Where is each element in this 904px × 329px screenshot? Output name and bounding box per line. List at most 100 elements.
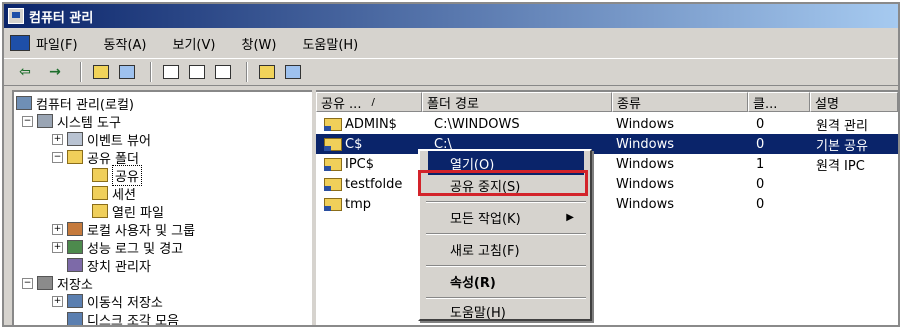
menu-item-open[interactable]: 열기(O)	[428, 151, 584, 175]
share-description: 기본 공유	[816, 138, 868, 154]
storage-icon	[37, 276, 53, 290]
share-name: tmp	[345, 196, 372, 212]
menu-item-properties[interactable]: 속성(R)	[428, 269, 584, 293]
share-name: C$	[345, 136, 363, 152]
tree-node-system-tools[interactable]: − 시스템 도구	[22, 112, 121, 131]
tree-node-shares[interactable]: 공유	[92, 164, 142, 186]
table-row[interactable]: testfolde Windows 0	[316, 174, 898, 194]
event-viewer-icon	[67, 132, 83, 146]
client-count: 0	[756, 136, 765, 152]
share-name: IPC$	[345, 156, 375, 172]
tree-node-event-viewer[interactable]: + 이벤트 뷰어	[52, 130, 151, 149]
tree-node-open-files[interactable]: 열린 파일	[92, 202, 164, 221]
folder-path: C:\WINDOWS	[434, 116, 520, 132]
tree-label: 세션	[112, 187, 136, 203]
expand-icon[interactable]: +	[52, 241, 63, 253]
tree-label: 이벤트 뷰어	[87, 133, 151, 149]
toolbar: ⇦ →	[4, 58, 898, 86]
share-description	[816, 174, 898, 194]
share-description: 원격 관리	[816, 118, 868, 134]
defrag-icon	[67, 312, 83, 325]
client-count: 0	[756, 176, 765, 192]
computer-icon	[16, 96, 32, 110]
removable-storage-icon	[67, 294, 83, 308]
shares-list: 공유 ... / 폴더 경로 종류 클... 설명 ADMIN$ C:\WINDO…	[316, 90, 898, 325]
toolbar-separator	[80, 62, 82, 82]
share-type: Windows	[616, 156, 675, 172]
shared-folder-icon	[324, 197, 342, 211]
show-hide-tree-icon[interactable]	[116, 62, 138, 82]
tree-node-defrag[interactable]: 디스크 조각 모음	[67, 310, 179, 325]
collapse-icon[interactable]: −	[22, 277, 33, 289]
column-header-type[interactable]: 종류	[612, 92, 748, 112]
tree-label: 저장소	[57, 277, 93, 293]
expand-icon[interactable]: +	[52, 223, 63, 235]
window-title: 컴퓨터 관리	[29, 10, 94, 26]
menu-item-stop-sharing[interactable]: 공유 중지(S)	[428, 173, 584, 197]
menu-item-refresh[interactable]: 새로 고침(F)	[428, 237, 584, 261]
menu-separator	[426, 201, 586, 203]
menu-file[interactable]: 파일(F)	[36, 34, 78, 53]
menu-view[interactable]: 보기(V)	[173, 34, 216, 53]
folder-icon	[92, 186, 108, 200]
share-type: Windows	[616, 136, 675, 152]
menu-separator	[426, 233, 586, 235]
table-row-selected[interactable]: C$ C:\ Windows 0 기본 공유	[316, 134, 898, 154]
shared-folder-icon	[324, 137, 342, 151]
tree-node-storage[interactable]: − 저장소	[22, 274, 93, 293]
tree-label: 공유	[112, 164, 142, 186]
menu-item-help[interactable]: 도움말(H)	[428, 299, 584, 323]
tree-node-shared-folders[interactable]: − 공유 폴더	[52, 148, 139, 167]
up-folder-icon[interactable]	[90, 62, 112, 82]
menu-item-all-tasks[interactable]: 모든 작업(K) ▶	[428, 205, 584, 229]
menu-bar: 파일(F) 동작(A) 보기(V) 창(W) 도움말(H)	[4, 30, 898, 56]
tools-icon	[37, 114, 53, 128]
tree-node-device-manager[interactable]: 장치 관리자	[67, 256, 151, 275]
share-type: Windows	[616, 176, 675, 192]
tree-node-removable-storage[interactable]: + 이동식 저장소	[52, 292, 163, 311]
collapse-icon[interactable]: −	[22, 115, 33, 127]
table-row[interactable]: tmp Windows 0	[316, 194, 898, 214]
shared-folder-icon	[324, 117, 342, 131]
expand-icon[interactable]: +	[52, 133, 63, 145]
console-tree: 컴퓨터 관리(로컬) − 시스템 도구 + 이벤트 뷰어 − 공유 폴더 공유 …	[12, 90, 312, 325]
computer-management-window: 컴퓨터 관리 파일(F) 동작(A) 보기(V) 창(W) 도움말(H) ⇦ →…	[2, 2, 900, 327]
share-description	[816, 194, 898, 214]
menu-window[interactable]: 창(W)	[241, 34, 276, 53]
title-bar[interactable]: 컴퓨터 관리	[4, 4, 898, 28]
tree-label: 컴퓨터 관리(로컬)	[36, 97, 134, 113]
shared-folder-icon	[324, 157, 342, 171]
column-header-description[interactable]: 설명	[810, 92, 898, 112]
table-row[interactable]: IPC$ Windows 1 원격 IPC	[316, 154, 898, 174]
column-header-path[interactable]: 폴더 경로	[422, 92, 612, 112]
users-icon	[67, 222, 83, 236]
column-header-share[interactable]: 공유 ... /	[316, 92, 422, 112]
tree-node-root[interactable]: 컴퓨터 관리(로컬)	[16, 94, 134, 113]
expand-icon[interactable]: +	[52, 295, 63, 307]
collapse-icon[interactable]: −	[52, 151, 63, 163]
new-share-icon[interactable]	[282, 62, 304, 82]
tree-node-local-users[interactable]: + 로컬 사용자 및 그룹	[52, 220, 195, 239]
tree-label: 장치 관리자	[87, 259, 151, 275]
refresh-icon[interactable]	[186, 62, 208, 82]
export-list-icon[interactable]	[212, 62, 234, 82]
folder-icon	[92, 168, 108, 182]
table-row[interactable]: ADMIN$ C:\WINDOWS Windows 0 원격 관리	[316, 114, 898, 134]
system-menu-icon[interactable]	[10, 35, 30, 51]
context-menu: 열기(O) 공유 중지(S) 모든 작업(K) ▶ 새로 고침(F) 속성(R)…	[418, 149, 592, 321]
forward-arrow-icon[interactable]: →	[42, 62, 68, 82]
folder-icon	[92, 204, 108, 218]
tree-node-perf-logs[interactable]: + 성능 로그 및 경고	[52, 238, 184, 257]
properties-icon[interactable]	[160, 62, 182, 82]
tree-node-sessions[interactable]: 세션	[92, 184, 136, 203]
share-description: 원격 IPC	[816, 158, 865, 174]
shared-folder-icon	[324, 177, 342, 191]
menu-help[interactable]: 도움말(H)	[302, 34, 358, 53]
tree-label: 성능 로그 및 경고	[87, 241, 184, 257]
back-arrow-icon[interactable]: ⇦	[12, 62, 38, 82]
menu-action[interactable]: 동작(A)	[104, 34, 147, 53]
help-icon[interactable]	[256, 62, 278, 82]
toolbar-separator	[150, 62, 152, 82]
column-header-clients[interactable]: 클...	[748, 92, 810, 112]
share-name: testfolde	[345, 176, 403, 192]
